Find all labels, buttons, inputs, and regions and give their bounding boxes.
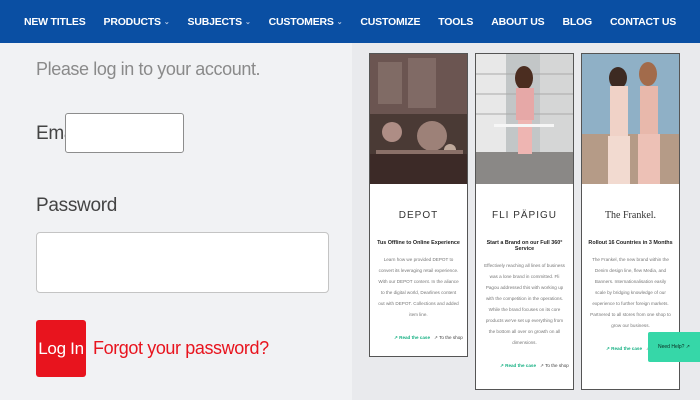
nav-label: SUBJECTS [187, 15, 243, 28]
nav-label: BLOG [562, 15, 592, 28]
read-case-link[interactable]: ↗ Read the case [500, 363, 536, 369]
password-label: Password [36, 195, 118, 216]
nav-blog[interactable]: BLOG [553, 16, 601, 28]
nav-label: CONTACT US [610, 15, 677, 28]
nav-label: PRODUCTS [103, 15, 162, 28]
depot-photo [370, 54, 467, 184]
card-brand: FLI PÄPIGU [491, 210, 557, 221]
nav-label: TOOLS [438, 15, 474, 28]
card-body: The Frankel, the new brand within the De… [590, 257, 671, 328]
need-help-button[interactable]: Need Help? ↗ [648, 332, 700, 362]
frankel-image [582, 54, 679, 184]
card-links: ↗ Read the case ↗ To the shop [370, 335, 467, 341]
nav-customers[interactable]: CUSTOMERS ⌄ [260, 16, 352, 28]
read-case-link[interactable]: ↗ Read the case [606, 346, 642, 352]
nav-label: NEW TITLES [23, 15, 86, 28]
login-button[interactable]: Log In [36, 320, 86, 377]
card-links: ↗ Read the case ↗ To the shop [476, 363, 573, 369]
card-body: Effectively reaching all lines of busine… [484, 263, 565, 345]
login-panel: Please log in to your account. Email Pas… [0, 43, 352, 400]
card-brand: DEPOT [398, 210, 439, 221]
nav-label: CUSTOMIZE [360, 15, 421, 28]
frankel-photo [582, 54, 679, 184]
nav-contact-us[interactable]: CONTACT US [601, 16, 685, 28]
card-brand: The Frankel. [604, 210, 657, 221]
fli-papigu-photo [476, 54, 573, 184]
chevron-down-icon: ⌄ [244, 18, 251, 26]
card-headline: Start a Brand on our Full 360° Service [486, 240, 563, 252]
nav-label: ABOUT US [491, 15, 545, 28]
nav-about-us[interactable]: ABOUT US [482, 16, 553, 28]
chevron-down-icon: ⌄ [336, 18, 343, 26]
card-headline: Tus Offline to Online Experience [377, 240, 460, 246]
nav-tools[interactable]: TOOLS [429, 16, 482, 28]
password-field[interactable] [36, 232, 329, 293]
nav-label: CUSTOMERS [268, 15, 334, 28]
shop-link[interactable]: ↗ To the shop [434, 335, 463, 341]
forgot-password-link[interactable]: Forgot your password? [93, 338, 269, 359]
chevron-down-icon: ⌄ [163, 18, 170, 26]
read-case-link[interactable]: ↗ Read the case [394, 335, 430, 341]
nav-products[interactable]: PRODUCTS ⌄ [95, 16, 179, 28]
card-headline: Rollout 16 Countries in 3 Months [588, 240, 673, 246]
card-body: Learn how we provided DEPOT to convert i… [378, 257, 459, 317]
case-card-fli-papigu[interactable]: FLI PÄPIGU Start a Brand on our Full 360… [475, 53, 574, 390]
nav-subjects[interactable]: SUBJECTS ⌄ [179, 16, 260, 28]
email-field[interactable] [65, 113, 184, 153]
login-prompt: Please log in to your account. [36, 59, 261, 79]
depot-image [370, 54, 467, 184]
case-card-depot[interactable]: DEPOT Tus Offline to Online Experience L… [369, 53, 468, 357]
nav-customize[interactable]: CUSTOMIZE [351, 16, 429, 28]
nav-new-titles[interactable]: NEW TITLES [15, 16, 95, 28]
fli-papigu-image [476, 54, 573, 184]
shop-link[interactable]: ↗ To the shop [540, 363, 569, 369]
top-navigation: NEW TITLES PRODUCTS ⌄ SUBJECTS ⌄ CUSTOMERS… [0, 0, 700, 43]
